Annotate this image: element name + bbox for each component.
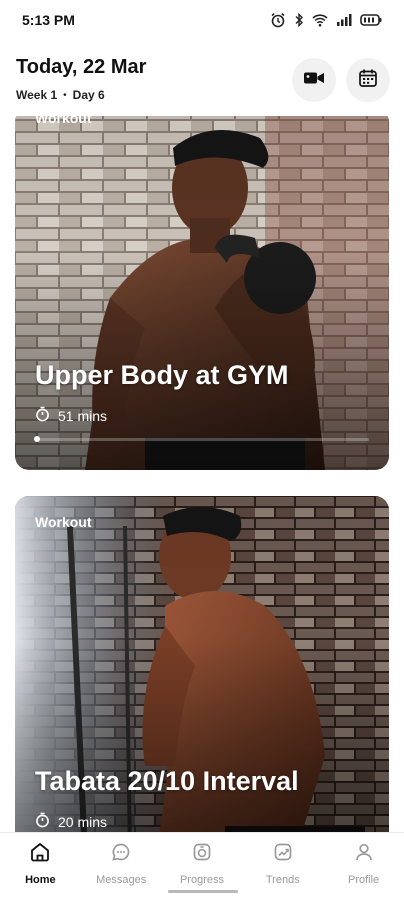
workout-feed[interactable]: Workout Upper Body at GYM 51 mins Workou…: [0, 116, 404, 832]
nav-label: Trends: [265, 874, 300, 886]
home-icon: [29, 841, 51, 868]
card-progress-track: [35, 438, 369, 441]
stopwatch-icon: [35, 406, 50, 425]
nav-label: Messages: [96, 874, 147, 886]
calendar-icon: [358, 68, 378, 93]
week-label: Week 1: [16, 88, 58, 102]
profile-icon: [353, 841, 375, 868]
card-tag: Workout: [35, 116, 92, 126]
card-duration: 20 mins: [35, 812, 107, 831]
signal-icon: [336, 13, 352, 27]
wifi-icon: [312, 13, 328, 27]
messages-icon: [110, 841, 132, 868]
stopwatch-icon: [35, 812, 50, 831]
bluetooth-icon: [294, 12, 304, 28]
nav-label: Home: [25, 874, 56, 886]
card-tag: Workout: [35, 514, 92, 530]
card-title: Tabata 20/10 Interval: [35, 766, 299, 796]
progress-icon: [191, 841, 213, 868]
battery-icon: [360, 13, 382, 27]
alarm-icon: [270, 12, 286, 28]
nav-item-trends[interactable]: Trends: [242, 833, 323, 900]
nav-label: Progress: [179, 874, 224, 886]
header: Today, 22 Mar Week 1 • Day 6: [0, 40, 404, 116]
video-icon: [303, 70, 325, 91]
card-title: Upper Body at GYM: [35, 360, 289, 390]
card-progress-dot: [34, 436, 40, 442]
day-label: Day 6: [72, 88, 105, 102]
page-title: Today, 22 Mar: [16, 56, 147, 78]
trends-icon: [272, 841, 294, 868]
home-indicator: [168, 890, 238, 893]
nav-item-messages[interactable]: Messages: [81, 833, 162, 900]
card-duration: 51 mins: [35, 406, 107, 425]
video-button[interactable]: [292, 58, 336, 102]
duration-label: 20 mins: [58, 813, 108, 830]
duration-label: 51 mins: [58, 407, 108, 424]
workout-card[interactable]: Workout Tabata 20/10 Interval 20 mins: [15, 496, 389, 832]
calendar-button[interactable]: [346, 58, 390, 102]
status-time: 5:13 PM: [22, 12, 75, 28]
nav-item-home[interactable]: Home: [0, 833, 81, 900]
status-bar: 5:13 PM: [0, 0, 404, 40]
workout-card[interactable]: Workout Upper Body at GYM 51 mins: [15, 116, 389, 470]
status-icons: [270, 12, 382, 28]
nav-item-profile[interactable]: Profile: [323, 833, 404, 900]
separator: •: [63, 89, 67, 101]
program-progress-label: Week 1 • Day 6: [16, 88, 105, 102]
nav-label: Profile: [347, 874, 380, 886]
